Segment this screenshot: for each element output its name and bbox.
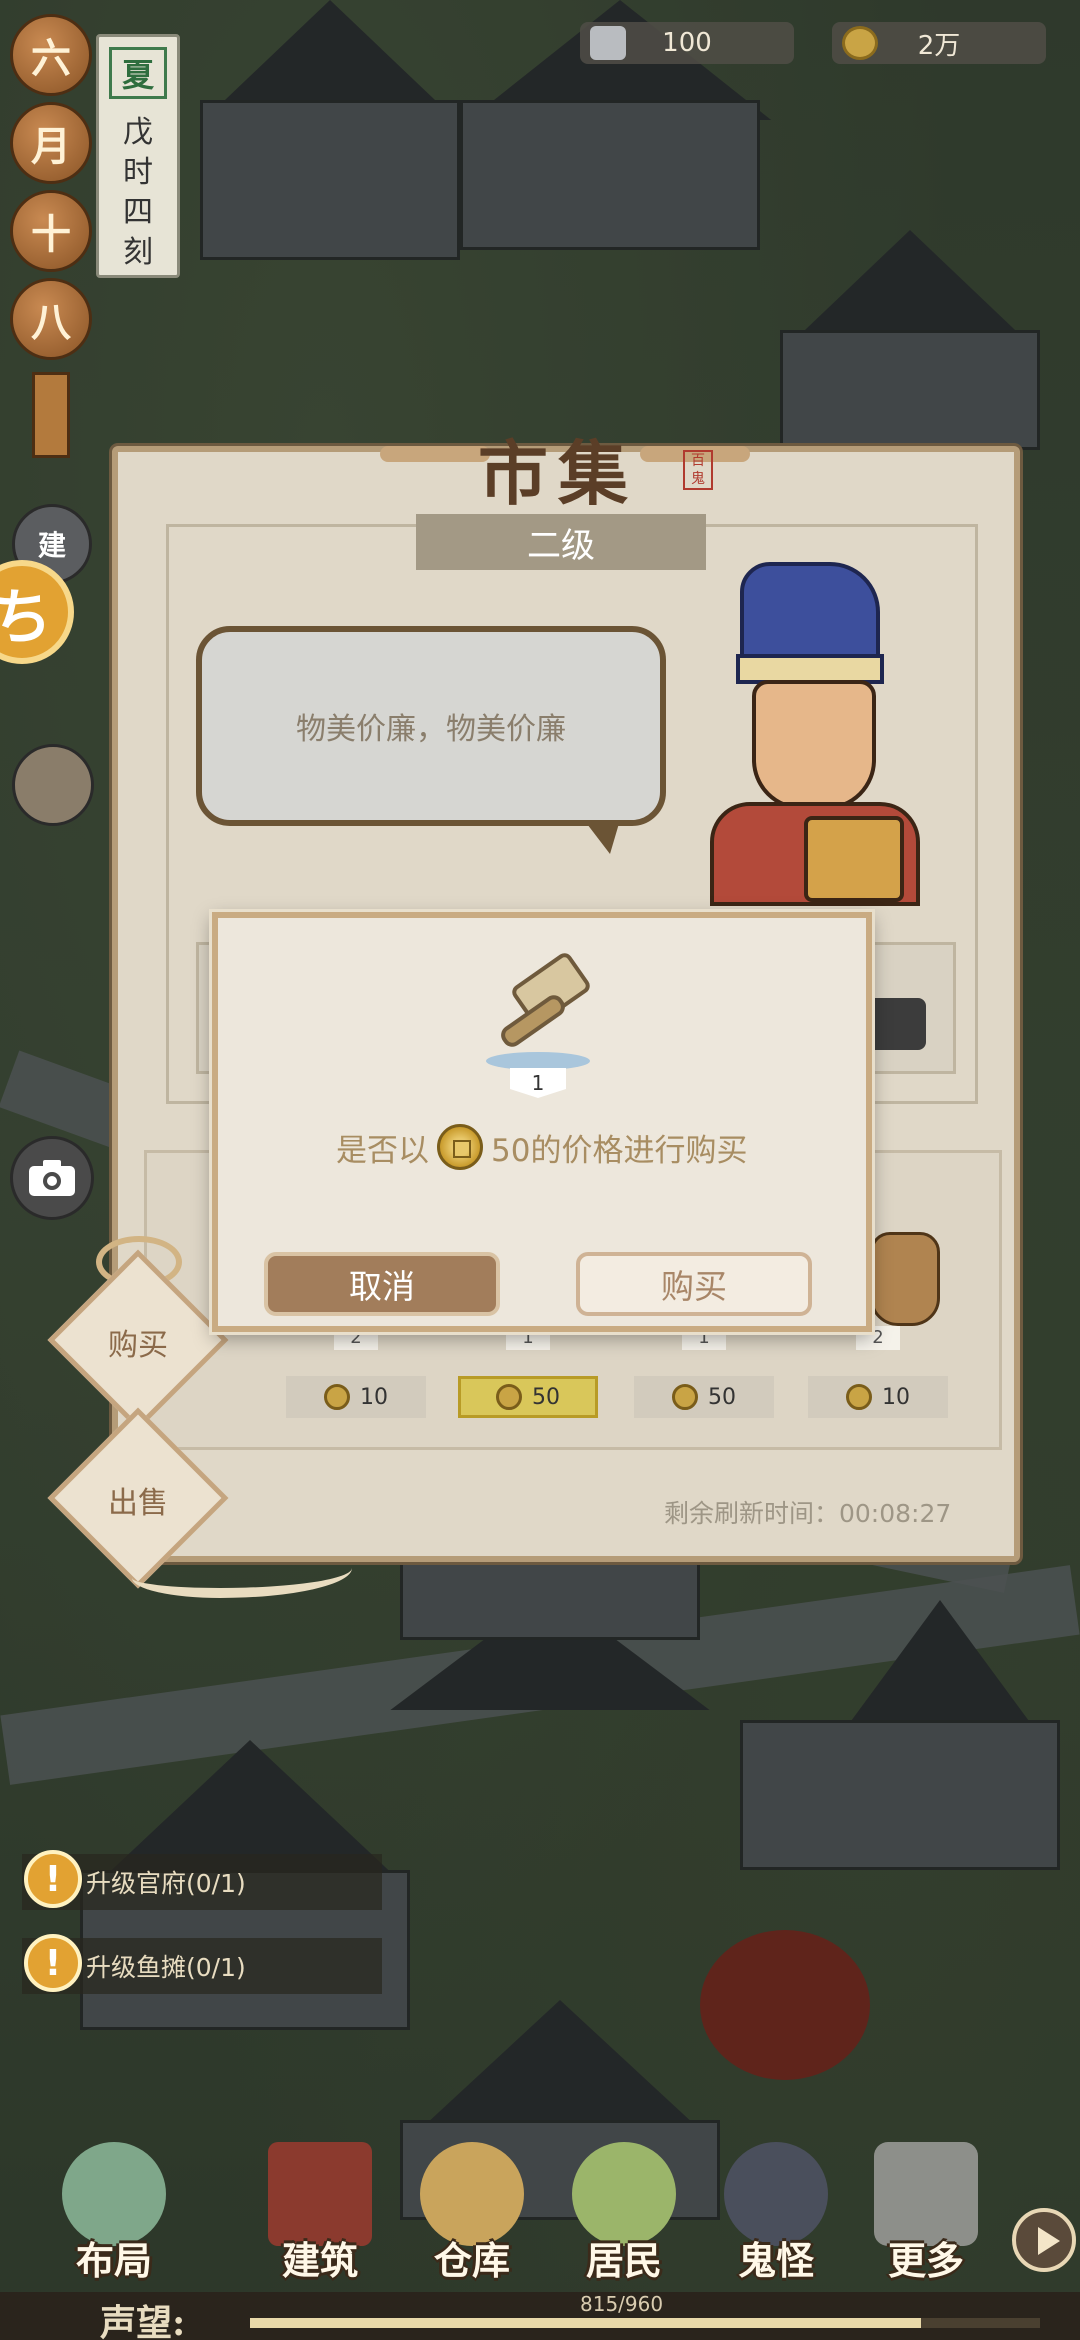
time-char: 时: [123, 155, 153, 190]
silver-ingot-icon: [590, 26, 626, 60]
nav-label: 布局: [75, 2238, 152, 2283]
speech-text: 物美价廉，物美价廉: [296, 712, 566, 747]
alert-icon: !: [24, 1850, 82, 1908]
refresh-timer: 剩余刷新时间：00:08:27: [664, 1499, 952, 1528]
silver-counter: 100: [580, 22, 794, 64]
slot-price-value: 50: [532, 1384, 560, 1410]
time-char: 戊: [123, 115, 153, 150]
quest-item[interactable]: ! 升级官府(0/1): [22, 1850, 382, 1910]
nav-layout[interactable]: 布局: [44, 2132, 184, 2283]
coin-icon: [324, 1384, 350, 1410]
season-tag[interactable]: 夏 戊 时 四 刻: [96, 34, 180, 278]
calendar-bead: 月: [10, 102, 92, 184]
coin-icon: [672, 1384, 698, 1410]
goods-slot-selected[interactable]: 1 50: [458, 1326, 598, 1418]
purchase-message-prefix: 是否以: [336, 1132, 429, 1169]
calendar-tassel: [32, 372, 70, 458]
quest-label: 升级官府(0/1): [86, 1869, 246, 1898]
slot-price-value: 10: [360, 1384, 388, 1410]
nav-warehouse[interactable]: 仓库: [402, 2132, 542, 2283]
season-label: 夏: [109, 47, 167, 99]
merchant-speech-bubble: 物美价廉，物美价廉: [196, 626, 666, 854]
title-ornament-left: [380, 446, 490, 462]
grain-sack-icon[interactable]: [870, 1232, 940, 1326]
nav-label: 居民: [585, 2238, 662, 2283]
merchant-character: [700, 562, 930, 906]
build-shortcut-label: 建: [37, 529, 66, 562]
item-pedestal: [486, 1052, 590, 1070]
time-label: 戊 时 四 刻: [113, 113, 163, 273]
calendar-bead: 八: [10, 278, 92, 360]
nav-label: 建筑: [281, 2238, 358, 2283]
nav-building[interactable]: 建筑: [250, 2132, 390, 2283]
nav-label: 仓库: [433, 2238, 510, 2283]
time-char: 刻: [123, 235, 153, 270]
calendar-bead: 六: [10, 14, 92, 96]
camera-button[interactable]: [10, 1136, 94, 1220]
reputation-value: 815/960: [580, 2292, 664, 2316]
slot-price: 10: [286, 1376, 426, 1418]
confirm-buy-button[interactable]: 购买: [576, 1252, 812, 1316]
expand-arrow-icon[interactable]: [1012, 2208, 1076, 2272]
coin-counter: 2万: [832, 22, 1046, 64]
quest-item[interactable]: ! 升级鱼摊(0/1): [22, 1934, 382, 1994]
goods-slot[interactable]: 1 50: [634, 1326, 774, 1418]
merchant-face: [752, 680, 876, 810]
tab-sell-label: 出售: [108, 1486, 168, 1521]
character-avatar-button[interactable]: [12, 744, 94, 826]
purchase-message-suffix: 50的价格进行购买: [491, 1132, 748, 1169]
slot-price: 10: [808, 1376, 948, 1418]
reputation-fill: [250, 2318, 921, 2328]
slot-price: 50: [634, 1376, 774, 1418]
alert-icon: !: [24, 1934, 82, 1992]
nav-more[interactable]: 更多: [856, 2132, 996, 2283]
coin-value: 2万: [917, 30, 961, 61]
purchase-message: 是否以 50的价格进行购买: [336, 1124, 747, 1170]
slot-price-value: 50: [708, 1384, 736, 1410]
coin-icon: [846, 1384, 872, 1410]
cancel-button[interactable]: 取消: [264, 1252, 500, 1316]
silver-value: 100: [662, 28, 712, 58]
refresh-button[interactable]: [866, 998, 926, 1050]
calendar-bead: 十: [10, 190, 92, 272]
market-title: 市集: [478, 432, 638, 515]
nav-residents[interactable]: 居民: [554, 2132, 694, 2283]
nav-label: 鬼怪: [737, 2238, 814, 2283]
goods-slot[interactable]: 2 10: [286, 1326, 426, 1418]
camera-icon: [29, 1160, 75, 1196]
nav-label: 更多: [887, 2238, 964, 2283]
goods-slot[interactable]: 2 10: [808, 1326, 948, 1418]
market-seal: 百鬼: [683, 450, 713, 490]
copper-coin-icon: [842, 26, 878, 60]
slot-price-value: 10: [882, 1384, 910, 1410]
slot-price: 50: [458, 1376, 598, 1418]
market-level: 二级: [416, 514, 706, 570]
time-char: 四: [123, 195, 153, 230]
coin-icon: [496, 1384, 522, 1410]
copper-coin-icon: [437, 1124, 483, 1170]
merchant-chest: [804, 816, 904, 902]
quest-label: 升级鱼摊(0/1): [86, 1953, 246, 1982]
reputation-label: 声望:: [100, 2302, 186, 2340]
tab-buy-label: 购买: [108, 1328, 168, 1363]
nav-ghosts[interactable]: 鬼怪: [706, 2132, 846, 2283]
event-icon: ち: [0, 582, 52, 653]
